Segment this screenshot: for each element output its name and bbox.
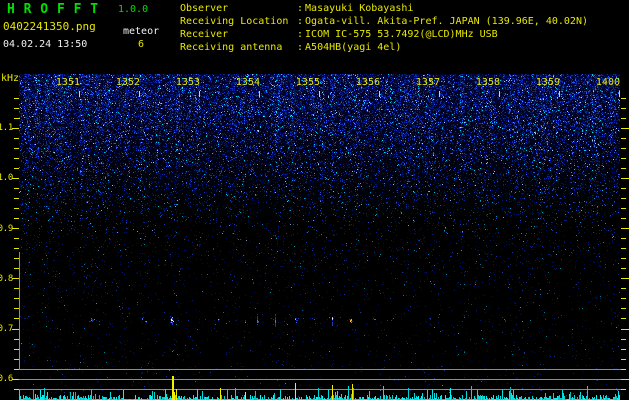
info-value: ICOM IC-575 53.7492(@LCD)MHz USB xyxy=(305,29,498,40)
datetime-label: 04.02.24 13:50 xyxy=(3,40,87,50)
info-row: Observer:Masayuki Kobayashi xyxy=(180,2,588,15)
info-colon: : xyxy=(297,16,303,27)
spectrogram-canvas xyxy=(0,0,629,400)
freq-tick-label: 1.1 xyxy=(0,123,13,133)
info-label: Receiving antenna xyxy=(180,41,297,54)
freq-tick-label: 0.6 xyxy=(0,374,13,384)
freq-tick-label: 1.0 xyxy=(0,173,13,183)
info-row: Receiving Location:Ogata-vill. Akita-Pre… xyxy=(180,15,588,28)
info-row: Receiving antenna:A504HB(yagi 4el) xyxy=(180,41,588,54)
observer-info-table: Observer:Masayuki KobayashiReceiving Loc… xyxy=(180,2,588,54)
info-colon: : xyxy=(297,42,303,53)
output-filename: 0402241350.png xyxy=(3,21,96,32)
time-tick-label: 1400 xyxy=(596,77,620,88)
meteor-count: 6 xyxy=(138,40,144,50)
time-tick-label: 1357 xyxy=(416,77,440,88)
info-row: Receiver:ICOM IC-575 53.7492(@LCD)MHz US… xyxy=(180,28,588,41)
app-title: H R O F F T xyxy=(7,3,99,16)
info-label: Receiving Location xyxy=(180,15,297,28)
mode-label: meteor xyxy=(123,27,159,37)
time-tick-label: 1351 xyxy=(56,77,80,88)
info-value: Ogata-vill. Akita-Pref. JAPAN (139.96E, … xyxy=(305,16,588,27)
time-tick-label: 1355 xyxy=(296,77,320,88)
info-colon: : xyxy=(297,3,303,14)
khz-axis-label: kHz xyxy=(1,73,19,84)
time-tick-label: 1352 xyxy=(116,77,140,88)
time-tick-label: 1358 xyxy=(476,77,500,88)
info-value: Masayuki Kobayashi xyxy=(305,3,413,14)
time-tick-label: 1353 xyxy=(176,77,200,88)
info-label: Observer xyxy=(180,2,297,15)
freq-tick-label: 0.8 xyxy=(0,274,13,284)
freq-tick-label: 0.9 xyxy=(0,224,13,234)
hrofft-window: H R O F F T 1.0.0 0402241350.png meteor … xyxy=(0,0,629,400)
info-label: Receiver xyxy=(180,28,297,41)
time-tick-label: 1359 xyxy=(536,77,560,88)
time-tick-label: 1356 xyxy=(356,77,380,88)
app-version: 1.0.0 xyxy=(118,5,148,15)
info-colon: : xyxy=(297,29,303,40)
time-tick-label: 1354 xyxy=(236,77,260,88)
freq-tick-label: 0.7 xyxy=(0,324,13,334)
info-value: A504HB(yagi 4el) xyxy=(305,42,401,53)
